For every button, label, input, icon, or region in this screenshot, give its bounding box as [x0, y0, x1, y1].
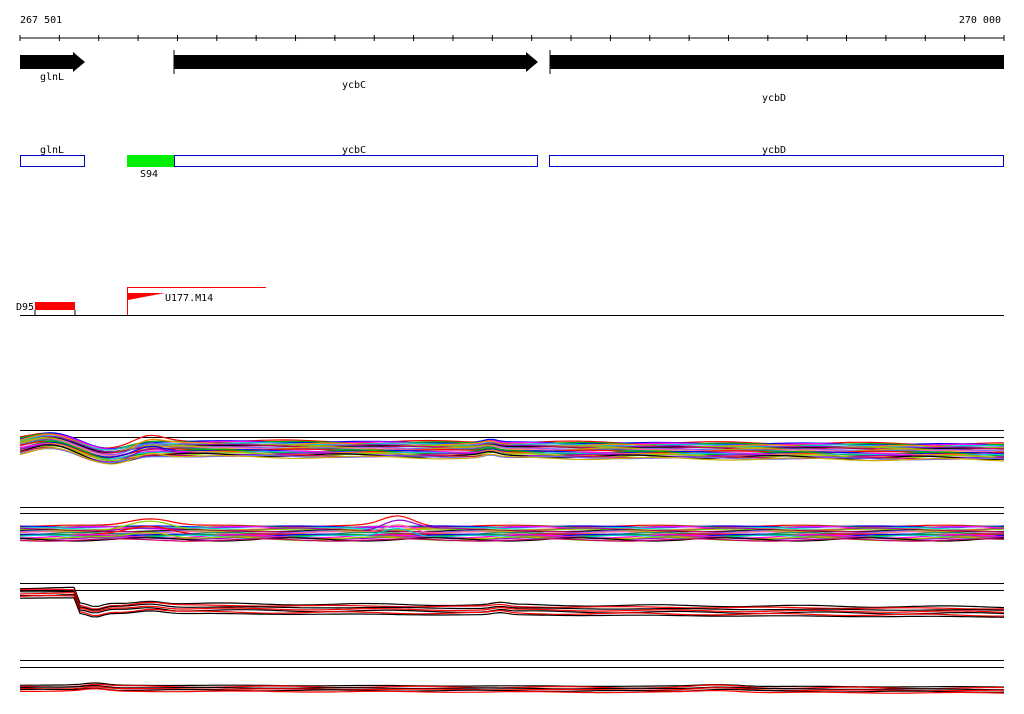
red-feature-left-label: D95	[16, 302, 34, 313]
expression-track-1	[19, 430, 1005, 465]
gene-track: glnL ycbC ycbD	[20, 50, 1004, 104]
expression-track-2	[19, 507, 1005, 542]
genome-browser-view: 267 501 270 000 glnL ycbC ycbD glnL ycbC…	[16, 15, 1005, 694]
ruler-end-label: 270 000	[959, 15, 1001, 26]
gene-label-ycbD: ycbD	[762, 93, 786, 104]
feature-track: D95 U177.M14	[16, 287, 1004, 316]
annotation-box-ycbC[interactable]	[174, 155, 538, 167]
expression-line	[19, 515, 1005, 528]
gene-label-ycbC: ycbC	[342, 80, 366, 91]
gene-label-glnL: glnL	[40, 72, 64, 83]
annotation-track: glnL ycbC ycbD S94	[20, 145, 1004, 180]
expression-track-3	[19, 583, 1005, 618]
ruler-start-label: 267 501	[20, 15, 62, 26]
green-feature-label: S94	[140, 169, 158, 180]
coordinate-ruler	[19, 35, 1005, 41]
expression-track-4	[19, 660, 1005, 694]
gene-arrow-ycbD[interactable]	[550, 55, 1004, 69]
annotation-box-ycbD[interactable]	[549, 155, 1004, 167]
red-flag-triangle	[128, 293, 165, 300]
annotation-box-glnL[interactable]	[20, 155, 85, 167]
red-feature-D95[interactable]	[35, 302, 75, 310]
annotation-label-ycbD: ycbD	[762, 145, 786, 156]
green-feature-S94[interactable]	[127, 155, 174, 167]
gene-arrow-glnL[interactable]	[20, 52, 85, 72]
annotation-label-glnL: glnL	[40, 145, 64, 156]
gene-arrow-ycbC[interactable]	[174, 52, 538, 72]
red-flag-label: U177.M14	[165, 293, 213, 304]
annotation-label-ycbC: ycbC	[342, 145, 366, 156]
